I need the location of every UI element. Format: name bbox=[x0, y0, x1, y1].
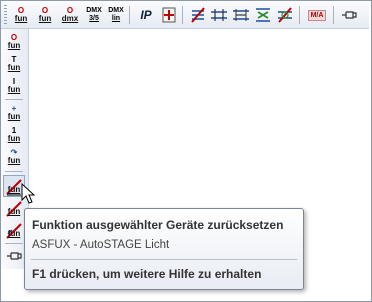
mouse-cursor-icon bbox=[21, 183, 35, 204]
toolbar-separator bbox=[299, 6, 300, 24]
dmx-35-button[interactable]: DMX 3/5 bbox=[83, 4, 105, 26]
toolbar-separator bbox=[333, 6, 334, 24]
toolbar-separator bbox=[129, 6, 130, 24]
tooltip-subtitle: ASFUX - AutoSTAGE Licht bbox=[32, 239, 170, 251]
toolbar-separator bbox=[5, 243, 23, 244]
fun-off-button-v[interactable]: O fun bbox=[3, 31, 25, 53]
dock-pin-icon[interactable] bbox=[338, 4, 360, 26]
fun-i-button[interactable]: I fun bbox=[3, 75, 25, 97]
fun-one-button[interactable]: 1 fun bbox=[3, 124, 25, 146]
toolbar-separator bbox=[5, 99, 23, 100]
horizontal-toolbar: O fun O fun O dmx DMX 3/5 DMX lin IP M/A bbox=[1, 1, 369, 29]
cross-remove-icon[interactable] bbox=[274, 4, 296, 26]
fun-off-button[interactable]: O fun bbox=[10, 4, 32, 26]
fun-top-button[interactable]: T fun bbox=[3, 53, 25, 75]
tooltip: Funktion ausgewählter Geräte zurücksetze… bbox=[24, 208, 304, 290]
add-device-icon[interactable] bbox=[158, 4, 180, 26]
tooltip-divider bbox=[31, 259, 297, 260]
swap-icon[interactable] bbox=[252, 4, 274, 26]
bus-split-icon[interactable] bbox=[230, 4, 252, 26]
bus-connect-icon[interactable] bbox=[208, 4, 230, 26]
toolbar-separator bbox=[5, 171, 23, 172]
tooltip-help: F1 drücken, um weitere Hilfe zu erhalten bbox=[32, 267, 262, 281]
dmx-lin-button[interactable]: DMX lin bbox=[105, 4, 127, 26]
fun-reset-sel-button[interactable]: fun bbox=[3, 219, 25, 241]
fun-plus-button[interactable]: + fun bbox=[3, 102, 25, 124]
mia-button[interactable]: M/A bbox=[305, 4, 329, 26]
toolbar-grip[interactable] bbox=[4, 5, 7, 25]
dmx-off-button[interactable]: O dmx bbox=[59, 4, 81, 26]
tooltip-title: Funktion ausgewählter Geräte zurücksetze… bbox=[32, 218, 284, 232]
fun-rotate-button[interactable]: ↷ fun bbox=[3, 146, 25, 168]
cut-cable-icon[interactable] bbox=[187, 4, 209, 26]
fun-off-dropdown-button[interactable]: O fun bbox=[34, 4, 56, 26]
dock-pin-icon[interactable] bbox=[3, 245, 25, 267]
toolbar-separator bbox=[182, 6, 183, 24]
ip-button[interactable]: IP bbox=[135, 4, 157, 26]
